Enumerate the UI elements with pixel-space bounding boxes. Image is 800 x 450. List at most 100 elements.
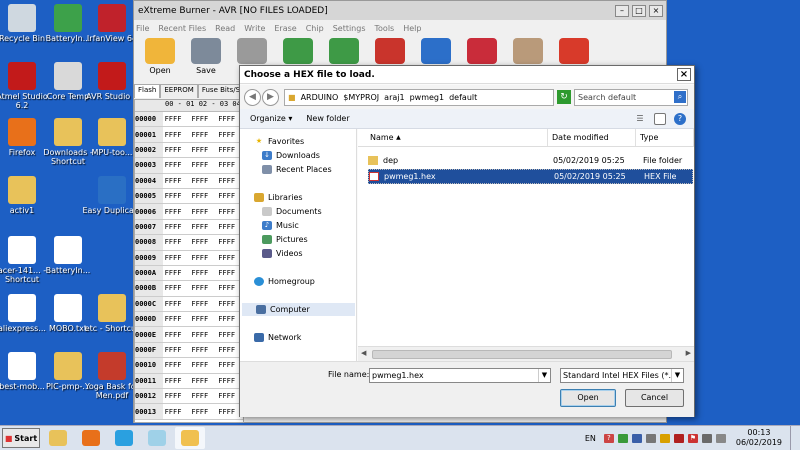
taskbar-app[interactable]: [76, 427, 106, 449]
hex-cell[interactable]: FFFF: [189, 408, 216, 416]
table-row[interactable]: 00002 FFFF FFFF FFFF: [135, 142, 243, 159]
hex-cell[interactable]: FFFF: [163, 177, 190, 185]
hex-cell[interactable]: FFFF: [189, 254, 216, 262]
tab-flash[interactable]: Flash: [134, 84, 161, 98]
hex-cell[interactable]: FFFF: [163, 146, 190, 154]
menu-recent-files[interactable]: Recent Files: [158, 24, 206, 33]
hex-cell[interactable]: FFFF: [163, 208, 190, 216]
tab-eeprom[interactable]: EEPROM: [160, 84, 198, 98]
maximize-button[interactable]: □: [632, 4, 646, 17]
table-row[interactable]: 00001 FFFF FFFF FFFF: [135, 127, 243, 143]
table-row[interactable]: 00009 FFFF FFFF FFFF: [135, 250, 243, 266]
hex-cell[interactable]: FFFF: [189, 131, 216, 139]
hex-cell[interactable]: FFFF: [163, 300, 190, 308]
menu-read[interactable]: Read: [215, 24, 235, 33]
nav-recent-places[interactable]: Recent Places: [262, 163, 332, 176]
file-type-select[interactable]: Standard Intel HEX Files (*.h ▼: [560, 368, 684, 383]
nav-favorites[interactable]: ★ Favorites: [254, 135, 304, 148]
scroll-left-icon[interactable]: ◀: [361, 349, 366, 357]
nav-libraries[interactable]: Libraries: [254, 191, 303, 204]
tray-display-icon[interactable]: [631, 433, 642, 443]
taskbar-app[interactable]: [109, 427, 139, 449]
menu-file[interactable]: File: [136, 24, 149, 33]
hex-cell[interactable]: FFFF: [163, 131, 190, 139]
hex-cell[interactable]: FFFF: [163, 315, 190, 323]
hex-cell[interactable]: FFFF: [163, 331, 190, 339]
table-row[interactable]: 00013 FFFF FFFF FFFF: [135, 404, 243, 420]
hex-cell[interactable]: FFFF: [163, 254, 190, 262]
dialog-close-button[interactable]: ×: [677, 68, 691, 81]
table-row[interactable]: 0000B FFFF FFFF FFFF: [135, 281, 243, 297]
table-row[interactable]: 00008 FFFF FFFF FFFF: [135, 235, 243, 251]
view-options-icon[interactable]: ☰: [634, 113, 646, 125]
hex-cell[interactable]: FFFF: [163, 161, 190, 169]
breadcrumb-arduino[interactable]: ARDUINO: [301, 93, 339, 102]
toolbar-button[interactable]: Save: [184, 36, 228, 80]
scroll-thumb[interactable]: [372, 350, 672, 359]
taskbar-app[interactable]: [43, 427, 73, 449]
cancel-button[interactable]: Cancel: [625, 389, 684, 407]
table-row[interactable]: 00000 FFFF FFFF FFFF: [135, 112, 243, 128]
nav-homegroup[interactable]: Homegroup: [254, 275, 315, 288]
menu-erase[interactable]: Erase: [274, 24, 296, 33]
preview-pane-icon[interactable]: [654, 112, 666, 125]
menu-write[interactable]: Write: [244, 24, 265, 33]
hex-cell[interactable]: FFFF: [189, 208, 216, 216]
hex-cell[interactable]: FFFF: [189, 146, 216, 154]
open-button[interactable]: Open: [560, 389, 616, 407]
dialog-titlebar[interactable]: Choose a HEX file to load. ×: [240, 66, 694, 84]
minimize-button[interactable]: –: [615, 4, 629, 17]
breadcrumb[interactable]: ■ ARDUINO $MYPROJ araj1 pwmeg1 default: [284, 88, 554, 106]
hex-cell[interactable]: FFFF: [163, 115, 190, 123]
forward-arrow-icon[interactable]: ▶: [262, 88, 279, 106]
back-arrow-icon[interactable]: ◀: [244, 88, 261, 106]
search-input[interactable]: Search default ⌕: [574, 88, 688, 106]
menu-tools[interactable]: Tools: [375, 24, 395, 33]
tray-flag-icon[interactable]: ⚑: [687, 433, 698, 443]
menu-settings[interactable]: Settings: [333, 24, 366, 33]
hex-cell[interactable]: FFFF: [163, 408, 190, 416]
close-button[interactable]: ×: [649, 4, 663, 17]
table-row[interactable]: 00004 FFFF FFFF FFFF: [135, 173, 243, 189]
hex-cell[interactable]: FFFF: [189, 300, 216, 308]
column-type[interactable]: Type: [636, 129, 694, 146]
chevron-down-icon[interactable]: ▼: [671, 369, 683, 382]
organize-button[interactable]: Organize ▾: [250, 114, 292, 123]
breadcrumb-myproj[interactable]: $MYPROJ: [343, 93, 379, 102]
breadcrumb-pwmeg1[interactable]: pwmeg1: [410, 93, 445, 102]
file-row-pwmeg1-hex[interactable]: pwmeg1.hex 05/02/2019 05:25 HEX File: [368, 169, 693, 184]
hex-cell[interactable]: FFFF: [163, 361, 190, 369]
table-row[interactable]: 0000E FFFF FFFF FFFF: [135, 327, 243, 343]
refresh-icon[interactable]: ↻: [557, 90, 571, 104]
hex-cell[interactable]: FFFF: [189, 161, 216, 169]
breadcrumb-default[interactable]: default: [449, 93, 477, 102]
nav-documents[interactable]: Documents: [262, 205, 322, 218]
show-desktop-button[interactable]: [790, 426, 800, 450]
nav-network[interactable]: Network: [254, 331, 301, 344]
new-folder-button[interactable]: New folder: [306, 114, 349, 123]
hex-cell[interactable]: FFFF: [163, 269, 190, 277]
start-button[interactable]: ■ Start: [2, 428, 40, 448]
table-row[interactable]: 00007 FFFF FFFF FFFF: [135, 219, 243, 236]
table-row[interactable]: 0000D FFFF FFFF FFFF: [135, 312, 243, 328]
file-row-dep[interactable]: dep 05/02/2019 05:25 File folder: [368, 153, 693, 168]
tray-warning-icon[interactable]: [659, 433, 670, 443]
hex-cell[interactable]: FFFF: [189, 238, 216, 246]
help-icon[interactable]: ?: [674, 112, 686, 125]
table-row[interactable]: 0000A FFFF FFFF FFFF: [135, 265, 243, 282]
scroll-right-icon[interactable]: ▶: [686, 349, 691, 357]
menu-chip[interactable]: Chip: [306, 24, 324, 33]
search-icon[interactable]: ⌕: [674, 91, 686, 103]
table-row[interactable]: 00010 FFFF FFFF FFFF: [135, 358, 243, 374]
breadcrumb-araj1[interactable]: araj1: [384, 93, 404, 102]
hex-cell[interactable]: FFFF: [189, 346, 216, 354]
horizontal-scrollbar[interactable]: ◀ ▶: [358, 346, 694, 361]
hex-cell[interactable]: FFFF: [163, 284, 190, 292]
table-row[interactable]: 00003 FFFF FFFF FFFF: [135, 158, 243, 174]
hex-cell[interactable]: FFFF: [189, 377, 216, 385]
tray-volume-icon[interactable]: [715, 433, 726, 443]
tray-power-icon[interactable]: [701, 433, 712, 443]
nav-downloads[interactable]: ↓ Downloads: [262, 149, 320, 162]
tray-network-icon[interactable]: [645, 433, 656, 443]
tab-fuse-bits[interactable]: Fuse Bits/S: [197, 84, 245, 98]
